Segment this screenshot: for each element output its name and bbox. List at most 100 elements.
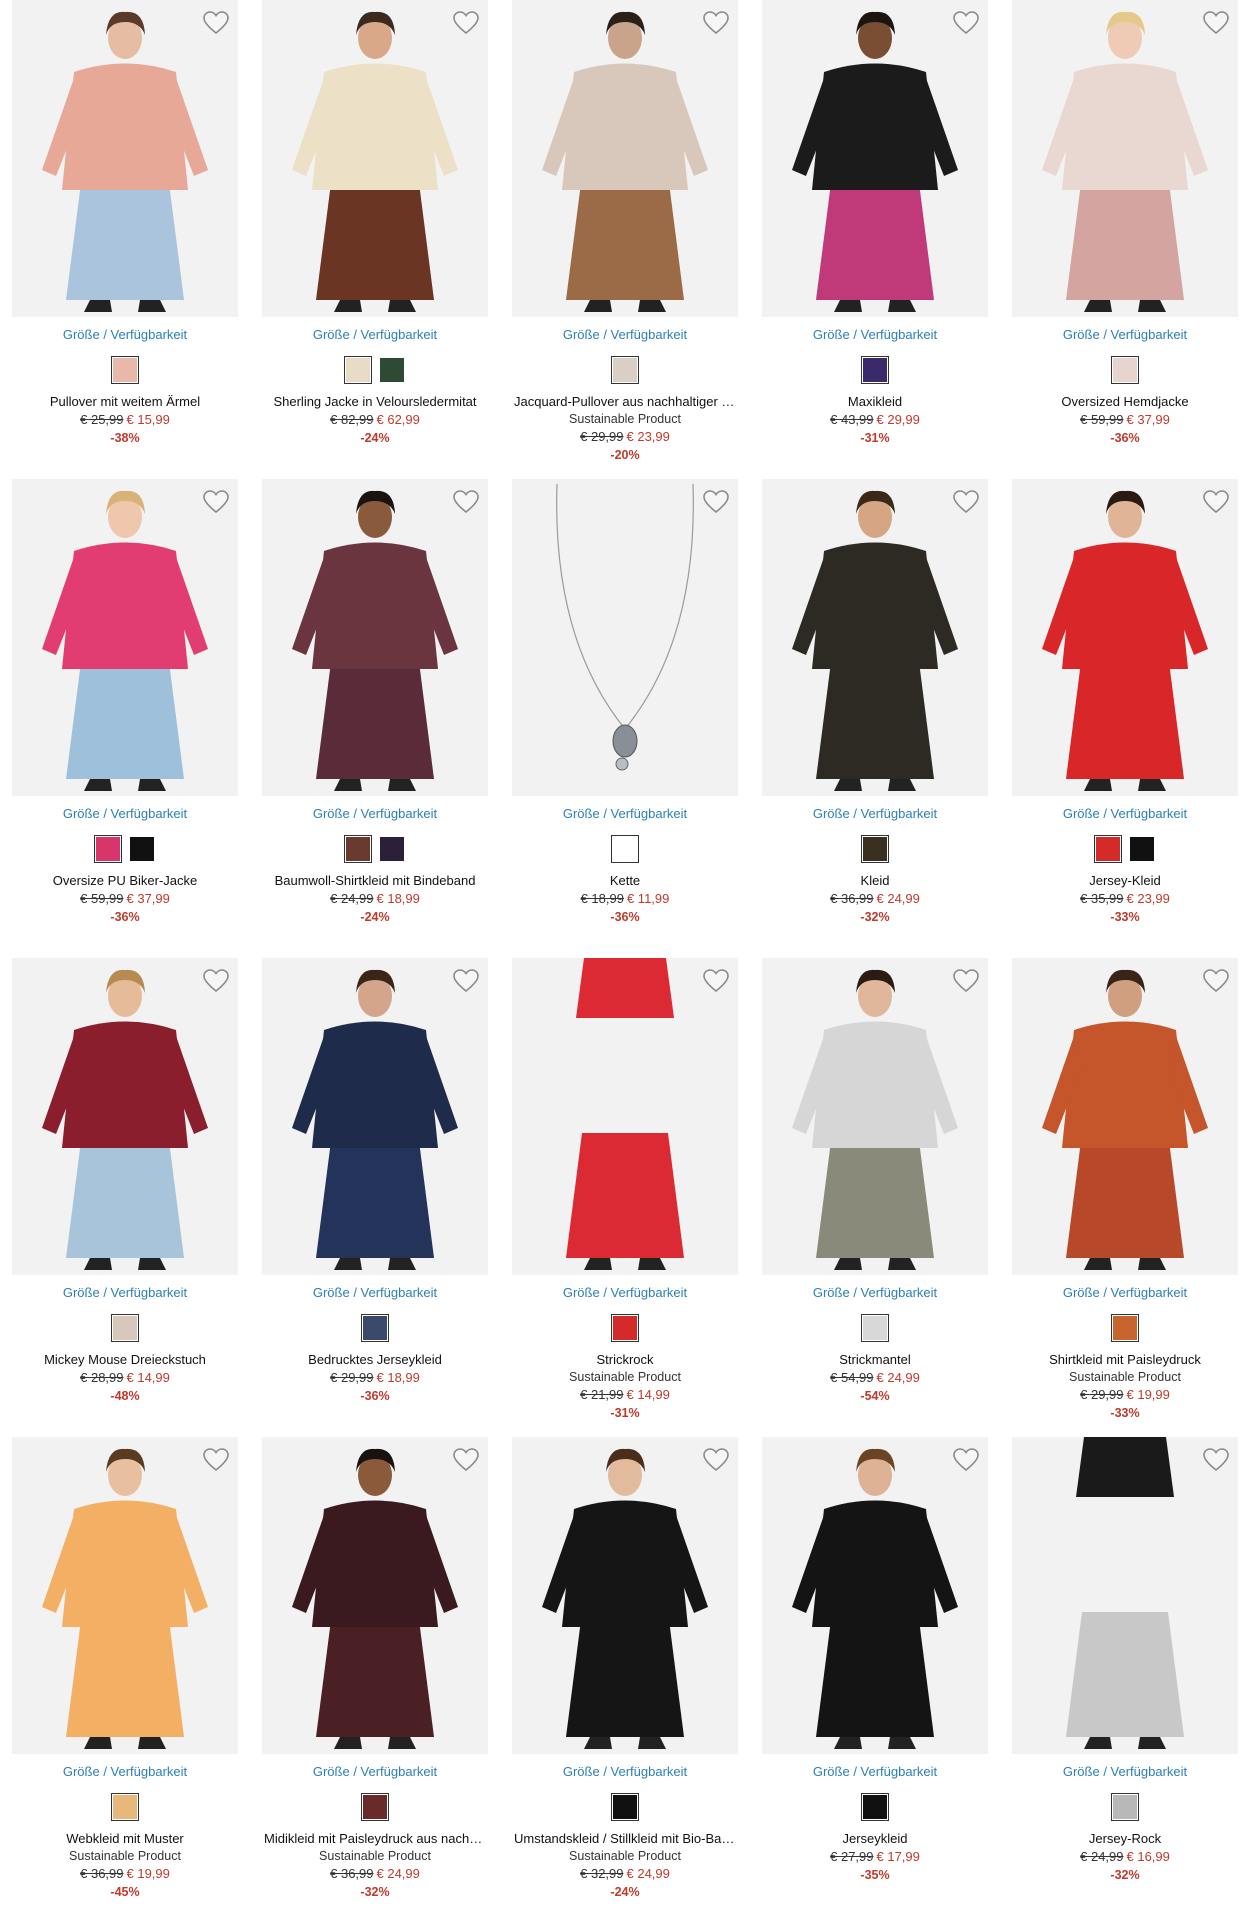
wishlist-heart-icon[interactable] [202,10,230,36]
product-image[interactable] [512,1437,738,1754]
product-name[interactable]: Umstandskleid / Stillkleid mit Bio-Baumw… [512,1830,738,1848]
color-swatch[interactable] [861,1793,889,1821]
product-name[interactable]: Bedrucktes Jerseykleid [262,1351,488,1369]
product-card[interactable]: Größe / Verfügbarkeit Shirtkleid mit Pais… [1012,958,1238,1428]
size-availability-link[interactable]: Größe / Verfügbarkeit [1012,1285,1238,1301]
wishlist-heart-icon[interactable] [202,489,230,515]
size-availability-link[interactable]: Größe / Verfügbarkeit [262,1285,488,1301]
color-swatch[interactable] [379,836,405,862]
size-availability-link[interactable]: Größe / Verfügbarkeit [512,1764,738,1780]
product-name[interactable]: Mickey Mouse Dreieckstuch [12,1351,238,1369]
product-name[interactable]: Kette [512,872,738,890]
product-image[interactable] [762,1437,988,1754]
color-swatch[interactable] [1129,836,1155,862]
size-availability-link[interactable]: Größe / Verfügbarkeit [512,806,738,822]
size-availability-link[interactable]: Größe / Verfügbarkeit [762,327,988,343]
product-card[interactable]: Größe / Verfügbarkeit Jacquard-Pullover a… [512,0,738,470]
product-card[interactable]: Größe / Verfügbarkeit Webkleid mit Muster… [12,1437,238,1907]
product-image[interactable] [762,479,988,796]
size-availability-link[interactable]: Größe / Verfügbarkeit [762,1285,988,1301]
size-availability-link[interactable]: Größe / Verfügbarkeit [262,806,488,822]
wishlist-heart-icon[interactable] [702,489,730,515]
size-availability-link[interactable]: Größe / Verfügbarkeit [12,1285,238,1301]
product-card[interactable]: Größe / Verfügbarkeit Jersey-Rock € 24,99 €… [1012,1437,1238,1907]
product-card[interactable]: Größe / Verfügbarkeit Kette € 18,99 € 11,99… [512,479,738,949]
product-image[interactable] [512,479,738,796]
product-name[interactable]: Midikleid mit Paisleydruck aus nachhalti… [262,1830,488,1848]
color-swatch[interactable] [861,835,889,863]
product-name[interactable]: Kleid [762,872,988,890]
product-card[interactable]: Größe / Verfügbarkeit Midikleid mit Paisl… [262,1437,488,1907]
color-swatch[interactable] [111,1314,139,1342]
product-image[interactable] [512,0,738,317]
wishlist-heart-icon[interactable] [952,1447,980,1473]
product-image[interactable] [262,958,488,1275]
color-swatch[interactable] [1111,1793,1139,1821]
size-availability-link[interactable]: Größe / Verfügbarkeit [512,1285,738,1301]
size-availability-link[interactable]: Größe / Verfügbarkeit [12,1764,238,1780]
product-card[interactable]: Größe / Verfügbarkeit Oversized Hemdjacke… [1012,0,1238,470]
size-availability-link[interactable]: Größe / Verfügbarkeit [1012,806,1238,822]
wishlist-heart-icon[interactable] [952,489,980,515]
product-card[interactable]: Größe / Verfügbarkeit Pullover mit weitem… [12,0,238,470]
size-availability-link[interactable]: Größe / Verfügbarkeit [262,1764,488,1780]
product-name[interactable]: Strickrock [512,1351,738,1369]
size-availability-link[interactable]: Größe / Verfügbarkeit [762,806,988,822]
product-name[interactable]: Jerseykleid [762,1830,988,1848]
wishlist-heart-icon[interactable] [452,1447,480,1473]
color-swatch[interactable] [344,356,372,384]
product-image[interactable] [1012,1437,1238,1754]
product-card[interactable]: Größe / Verfügbarkeit Oversize PU Biker-J… [12,479,238,949]
wishlist-heart-icon[interactable] [702,10,730,36]
product-name[interactable]: Strickmantel [762,1351,988,1369]
color-swatch[interactable] [611,356,639,384]
product-name[interactable]: Maxikleid [762,393,988,411]
product-name[interactable]: Pullover mit weitem Ärmel [12,393,238,411]
product-image[interactable] [1012,479,1238,796]
color-swatch[interactable] [1111,1314,1139,1342]
product-card[interactable]: Größe / Verfügbarkeit Mickey Mouse Dreiec… [12,958,238,1428]
product-card[interactable]: Größe / Verfügbarkeit Umstandskleid / Sti… [512,1437,738,1907]
product-image[interactable] [12,479,238,796]
size-availability-link[interactable]: Größe / Verfügbarkeit [12,806,238,822]
product-name[interactable]: Webkleid mit Muster [12,1830,238,1848]
wishlist-heart-icon[interactable] [1202,968,1230,994]
wishlist-heart-icon[interactable] [702,1447,730,1473]
wishlist-heart-icon[interactable] [452,489,480,515]
color-swatch[interactable] [379,357,405,383]
product-name[interactable]: Oversize PU Biker-Jacke [12,872,238,890]
product-image[interactable] [1012,0,1238,317]
wishlist-heart-icon[interactable] [202,968,230,994]
product-card[interactable]: Größe / Verfügbarkeit Kleid € 36,99 € 24,99… [762,479,988,949]
color-swatch[interactable] [1111,356,1139,384]
color-swatch[interactable] [611,1793,639,1821]
size-availability-link[interactable]: Größe / Verfügbarkeit [1012,1764,1238,1780]
product-name[interactable]: Jersey-Rock [1012,1830,1238,1848]
product-image[interactable] [762,958,988,1275]
product-name[interactable]: Sherling Jacke in Veloursledermitat [262,393,488,411]
color-swatch[interactable] [94,835,122,863]
color-swatch[interactable] [361,1314,389,1342]
color-swatch[interactable] [344,835,372,863]
product-image[interactable] [12,958,238,1275]
color-swatch[interactable] [611,1314,639,1342]
size-availability-link[interactable]: Größe / Verfügbarkeit [1012,327,1238,343]
product-image[interactable] [262,0,488,317]
product-image[interactable] [512,958,738,1275]
color-swatch[interactable] [611,835,639,863]
product-image[interactable] [262,1437,488,1754]
product-card[interactable]: Größe / Verfügbarkeit Strickrock Sustainab… [512,958,738,1428]
product-card[interactable]: Größe / Verfügbarkeit Bedrucktes Jerseykl… [262,958,488,1428]
wishlist-heart-icon[interactable] [1202,10,1230,36]
product-card[interactable]: Größe / Verfügbarkeit Jerseykleid € 27,99 €… [762,1437,988,1907]
product-image[interactable] [12,0,238,317]
product-card[interactable]: Größe / Verfügbarkeit Jersey-Kleid € 35,99… [1012,479,1238,949]
product-name[interactable]: Oversized Hemdjacke [1012,393,1238,411]
wishlist-heart-icon[interactable] [952,968,980,994]
wishlist-heart-icon[interactable] [1202,489,1230,515]
product-card[interactable]: Größe / Verfügbarkeit Strickmantel € 54,99… [762,958,988,1428]
color-swatch[interactable] [861,1314,889,1342]
color-swatch[interactable] [861,356,889,384]
product-image[interactable] [12,1437,238,1754]
wishlist-heart-icon[interactable] [452,968,480,994]
